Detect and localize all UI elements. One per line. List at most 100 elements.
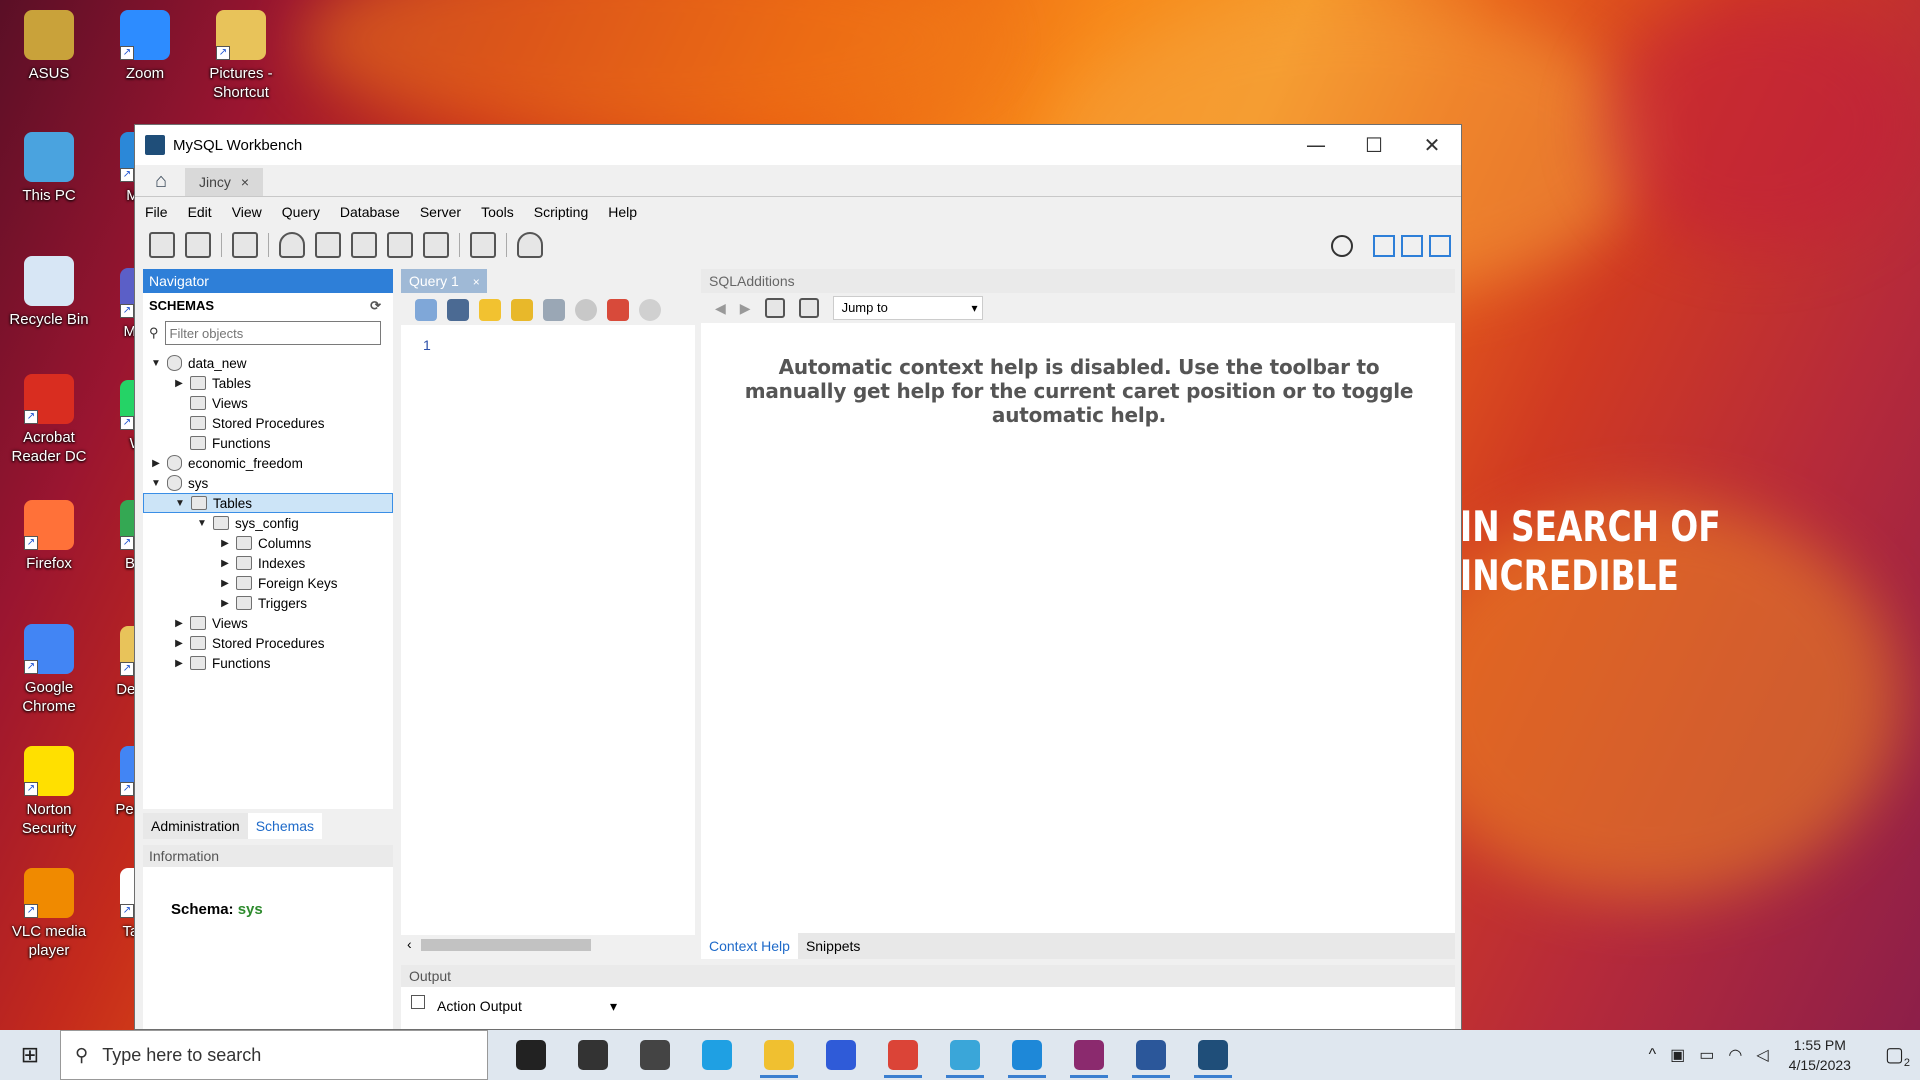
- query-tab-close-icon[interactable]: ×: [473, 275, 480, 289]
- close-button[interactable]: ✕: [1403, 133, 1461, 157]
- menu-item-help[interactable]: Help: [608, 204, 637, 220]
- toggle-output-icon[interactable]: [1401, 235, 1423, 257]
- tree-item[interactable]: ▼ data_new: [143, 353, 393, 373]
- stop-icon[interactable]: [575, 299, 597, 321]
- taskbar-file-explorer-button[interactable]: [748, 1030, 810, 1080]
- taskbar-task-view-button[interactable]: [562, 1030, 624, 1080]
- explain-icon[interactable]: [543, 299, 565, 321]
- desktop-icon[interactable]: ↗ VLC media player: [8, 868, 90, 960]
- forward-icon[interactable]: ▶: [740, 300, 751, 317]
- tab-context-help[interactable]: Context Help: [701, 933, 798, 959]
- minimize-button[interactable]: —: [1287, 133, 1345, 157]
- taskbar-search-box[interactable]: ⚲ Type here to search: [60, 1030, 488, 1080]
- tree-item[interactable]: Stored Procedures: [143, 413, 393, 433]
- taskbar-chrome-button[interactable]: [872, 1030, 934, 1080]
- commit-icon[interactable]: [639, 299, 661, 321]
- battery-icon[interactable]: ▭: [1699, 1045, 1714, 1065]
- expand-toggle-icon[interactable]: ▶: [172, 618, 186, 629]
- menu-item-query[interactable]: Query: [282, 204, 320, 220]
- notification-icon[interactable]: ▢2: [1885, 1042, 1910, 1069]
- create-function-icon[interactable]: [423, 232, 449, 258]
- open-file-icon[interactable]: [415, 299, 437, 321]
- expand-toggle-icon[interactable]: ▶: [149, 458, 163, 469]
- tree-item[interactable]: ▼ sys: [143, 473, 393, 493]
- expand-toggle-icon[interactable]: ▼: [173, 498, 187, 509]
- tree-item[interactable]: ▶ economic_freedom: [143, 453, 393, 473]
- desktop-icon[interactable]: ↗ Pictures - Shortcut: [200, 10, 282, 102]
- search-table-data-icon[interactable]: [470, 232, 496, 258]
- tab-administration[interactable]: Administration: [143, 813, 248, 839]
- output-type-select[interactable]: Action Output: [437, 995, 617, 1017]
- tree-item[interactable]: ▶ Columns: [143, 533, 393, 553]
- menu-item-tools[interactable]: Tools: [481, 204, 514, 220]
- tab-query-1[interactable]: Query 1 ×: [401, 269, 487, 293]
- manual-help-icon[interactable]: [764, 298, 785, 318]
- menu-item-database[interactable]: Database: [340, 204, 400, 220]
- taskbar-edge-button[interactable]: [686, 1030, 748, 1080]
- connection-tab[interactable]: Jincy ×: [185, 168, 264, 196]
- expand-toggle-icon[interactable]: ▶: [172, 638, 186, 649]
- jump-to-select[interactable]: Jump to: [832, 296, 983, 320]
- expand-toggle-icon[interactable]: ▶: [218, 578, 232, 589]
- desktop-icon[interactable]: Recycle Bin: [8, 256, 90, 329]
- refresh-icon[interactable]: ⟳: [370, 293, 381, 319]
- reconnect-icon[interactable]: [517, 232, 543, 258]
- taskbar-snowflake-app-button[interactable]: [934, 1030, 996, 1080]
- clock[interactable]: 1:55 PM 4/15/2023: [1789, 1035, 1851, 1075]
- toggle-sidebar-icon[interactable]: [1373, 235, 1395, 257]
- desktop-icon[interactable]: ↗ Norton Security: [8, 746, 90, 838]
- tree-item[interactable]: ▼ sys_config: [143, 513, 393, 533]
- expand-toggle-icon[interactable]: ▼: [195, 518, 209, 529]
- filter-objects-input[interactable]: [164, 321, 381, 345]
- desktop-icon[interactable]: ↗ Firefox: [8, 500, 90, 573]
- create-procedure-icon[interactable]: [387, 232, 413, 258]
- menu-item-scripting[interactable]: Scripting: [534, 204, 588, 220]
- chevron-up-icon[interactable]: ^: [1649, 1046, 1657, 1064]
- taskbar-vscode-button[interactable]: [996, 1030, 1058, 1080]
- settings-gear-icon[interactable]: [1331, 235, 1353, 257]
- execute-icon[interactable]: [479, 299, 501, 321]
- desktop-icon[interactable]: ↗ Google Chrome: [8, 624, 90, 716]
- tree-item[interactable]: ▼ Tables: [143, 493, 393, 513]
- meet-now-icon[interactable]: ▣: [1670, 1045, 1685, 1065]
- menu-item-server[interactable]: Server: [420, 204, 461, 220]
- desktop-icon[interactable]: ASUS: [8, 10, 90, 83]
- scroll-left-icon[interactable]: ‹: [407, 936, 412, 952]
- tree-item[interactable]: ▶ Tables: [143, 373, 393, 393]
- tree-item[interactable]: ▶ Indexes: [143, 553, 393, 573]
- connection-tab-close-icon[interactable]: ×: [241, 174, 249, 190]
- back-icon[interactable]: ◀: [715, 300, 726, 317]
- menu-item-edit[interactable]: Edit: [188, 204, 212, 220]
- desktop-icon[interactable]: ↗ Zoom: [104, 10, 186, 83]
- tree-item[interactable]: ▶ Stored Procedures: [143, 633, 393, 653]
- taskbar-mysql-workbench-button[interactable]: [1182, 1030, 1244, 1080]
- tree-item[interactable]: ▶ Foreign Keys: [143, 573, 393, 593]
- menu-item-view[interactable]: View: [232, 204, 262, 220]
- desktop-icon[interactable]: This PC: [8, 132, 90, 205]
- expand-toggle-icon[interactable]: ▼: [149, 358, 163, 369]
- taskbar-jetbrains-button[interactable]: [810, 1030, 872, 1080]
- wifi-icon[interactable]: ◠: [1728, 1045, 1742, 1065]
- expand-toggle-icon[interactable]: ▶: [172, 378, 186, 389]
- expand-toggle-icon[interactable]: ▶: [218, 538, 232, 549]
- horizontal-scrollbar[interactable]: ‹: [401, 935, 695, 955]
- home-icon[interactable]: ⌂: [143, 166, 179, 196]
- expand-toggle-icon[interactable]: ▶: [172, 658, 186, 669]
- tree-item[interactable]: ▶ Functions: [143, 653, 393, 673]
- toggle-secondary-sidebar-icon[interactable]: [1429, 235, 1451, 257]
- expand-toggle-icon[interactable]: ▶: [218, 558, 232, 569]
- tree-item[interactable]: Views: [143, 393, 393, 413]
- open-sql-script-icon[interactable]: [185, 232, 211, 258]
- tree-item[interactable]: ▶ Views: [143, 613, 393, 633]
- desktop-icon[interactable]: ↗ Acrobat Reader DC: [8, 374, 90, 466]
- inspector-icon[interactable]: [232, 232, 258, 258]
- scrollbar-thumb[interactable]: [421, 939, 591, 951]
- new-sql-tab-icon[interactable]: [149, 232, 175, 258]
- save-icon[interactable]: [447, 299, 469, 321]
- create-schema-icon[interactable]: [279, 232, 305, 258]
- maximize-button[interactable]: ☐: [1345, 133, 1403, 157]
- execute-statement-icon[interactable]: [511, 299, 533, 321]
- tree-item[interactable]: ▶ Triggers: [143, 593, 393, 613]
- taskbar-cortana-button[interactable]: [500, 1030, 562, 1080]
- expand-toggle-icon[interactable]: ▼: [149, 478, 163, 489]
